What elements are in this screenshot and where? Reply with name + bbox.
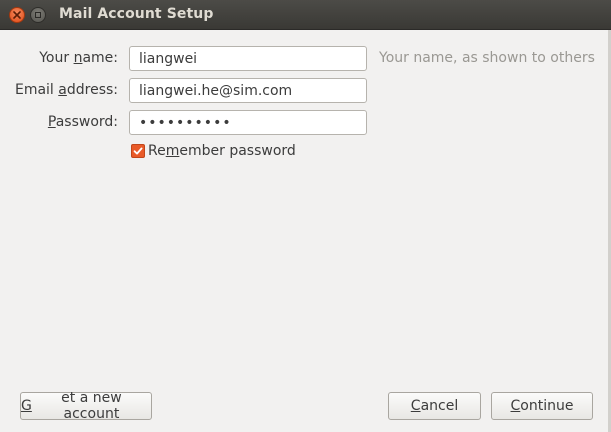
remember-password-row[interactable]: Remember password xyxy=(131,143,296,159)
mail-account-setup-window: Mail Account Setup Your name: Your name,… xyxy=(0,0,611,432)
name-label: Your name: xyxy=(0,50,118,66)
new-account-label-rest: et a new account xyxy=(61,390,122,422)
name-label-text-rest: ame: xyxy=(82,50,118,66)
new-account-label-mnemonic: G xyxy=(21,398,32,414)
close-icon xyxy=(13,11,21,19)
remember-label-mnemonic: m xyxy=(165,143,180,159)
remember-password-checkbox[interactable] xyxy=(131,144,145,158)
email-input[interactable] xyxy=(129,78,367,103)
cancel-label-rest: ancel xyxy=(420,398,459,414)
name-label-text: Your xyxy=(39,50,74,66)
continue-label-rest: ontinue xyxy=(520,398,574,414)
maximize-icon xyxy=(35,12,41,18)
maximize-window-button[interactable] xyxy=(30,7,46,23)
email-label: Email address: xyxy=(0,82,118,98)
email-label-text: Email xyxy=(14,82,59,98)
checkmark-icon xyxy=(133,147,143,155)
remember-label-text-rest: ember password xyxy=(179,143,296,159)
password-input[interactable] xyxy=(129,110,367,135)
remember-password-label: Remember password xyxy=(148,143,296,159)
close-window-button[interactable] xyxy=(9,7,25,23)
window-title: Mail Account Setup xyxy=(59,6,214,22)
email-label-mnemonic: a xyxy=(58,82,67,98)
name-hint: Your name, as shown to others xyxy=(379,50,595,66)
continue-button[interactable]: Continue xyxy=(491,392,593,420)
password-label-text-rest: assword: xyxy=(55,114,118,130)
name-input[interactable] xyxy=(129,46,367,71)
cancel-label-mnemonic: C xyxy=(410,398,421,414)
remember-label-text: Re xyxy=(148,143,166,159)
continue-label-mnemonic: C xyxy=(510,398,521,414)
cancel-button[interactable]: Cancel xyxy=(388,392,481,420)
get-new-account-button[interactable]: Get a new account xyxy=(20,390,152,422)
email-label-text-rest: ddress: xyxy=(66,82,118,98)
password-label-mnemonic: P xyxy=(47,114,56,130)
password-label: Password: xyxy=(0,114,118,130)
title-bar: Mail Account Setup xyxy=(0,0,611,30)
